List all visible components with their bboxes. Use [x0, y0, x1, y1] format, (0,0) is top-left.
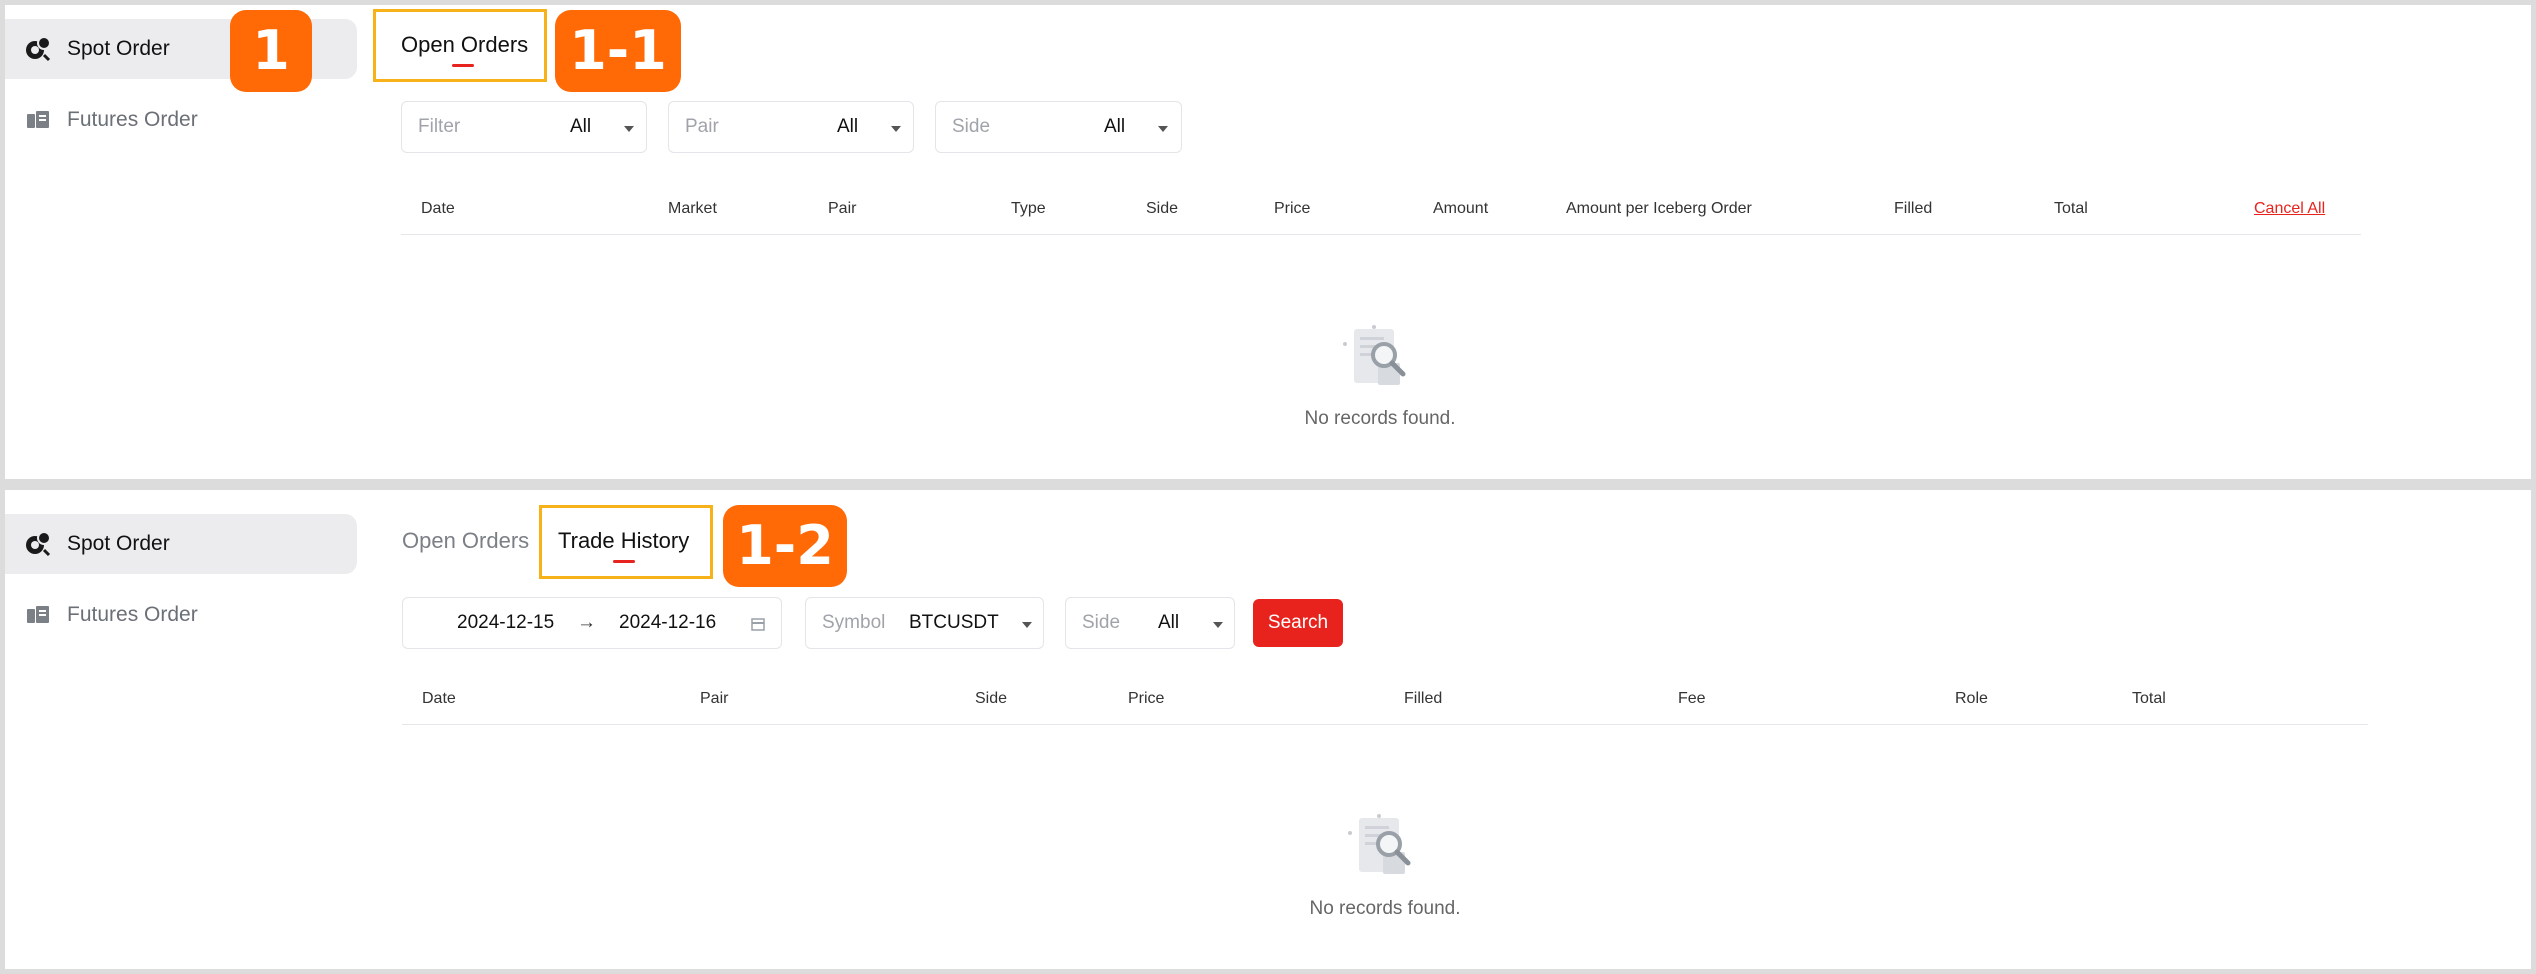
chevron-down-icon: [1022, 622, 1032, 628]
column-filled: Filled: [1404, 690, 1443, 707]
symbol-select[interactable]: Symbol BTCUSDT: [805, 597, 1044, 649]
side-value: All: [1104, 116, 1126, 137]
coins-icon: [23, 34, 53, 64]
side-select[interactable]: Side All: [935, 101, 1182, 153]
sidebar-item-futures-order[interactable]: Futures Order: [5, 90, 357, 150]
sidebar-item-label: Futures Order: [67, 108, 198, 131]
tab-trade-history[interactable]: Trade History: [558, 528, 689, 554]
search-button[interactable]: Search: [1253, 599, 1343, 647]
column-market: Market: [668, 200, 717, 217]
trade-history-panel: Spot Order Futures Order Open Orders Tra…: [5, 490, 2531, 969]
column-filled: Filled: [1894, 200, 1933, 217]
column-price: Price: [1128, 690, 1165, 707]
open-orders-panel: Spot Order Futures Order 1 Open Orders y…: [5, 5, 2531, 479]
column-amount: Amount: [1433, 200, 1489, 217]
no-records-icon: [1343, 325, 1406, 385]
column-fee: Fee: [1678, 690, 1706, 707]
side-value: All: [1158, 612, 1180, 633]
cancel-all-link[interactable]: Cancel All: [2254, 200, 2325, 218]
filter-select[interactable]: Filter All: [401, 101, 647, 153]
column-price: Price: [1274, 200, 1311, 217]
pair-label: Pair: [685, 116, 719, 137]
calendar-icon: [751, 618, 765, 631]
column-side: Side: [1146, 200, 1179, 217]
column-side: Side: [975, 690, 1008, 707]
active-tab-underline: [452, 64, 474, 67]
column-amount-per-iceberg-order: Amount per Iceberg Order: [1566, 200, 1752, 217]
side-select[interactable]: Side All: [1065, 597, 1235, 649]
column-pair: Pair: [828, 200, 857, 217]
chevron-down-icon: [624, 126, 634, 132]
annotation-badge-1: 1: [230, 10, 312, 92]
sidebar-item-label: Spot Order: [67, 532, 170, 555]
column-type: Type: [1011, 200, 1046, 217]
symbol-label: Symbol: [822, 612, 886, 633]
tab-open-orders[interactable]: Open Orders: [401, 32, 528, 58]
date-to: 2024-12-16: [619, 612, 717, 633]
no-records-icon: [1348, 814, 1411, 874]
date-from: 2024-12-15: [457, 612, 555, 633]
trade-history-table-header: Date Pair Side Price Filled Fee Role Tot…: [402, 678, 2368, 725]
tab-open-orders[interactable]: Open Orders: [402, 528, 529, 554]
column-date: Date: [422, 690, 456, 707]
chevron-down-icon: [1213, 622, 1223, 628]
column-total: Total: [2054, 200, 2088, 217]
chevron-down-icon: [1158, 126, 1168, 132]
column-pair: Pair: [700, 690, 729, 707]
side-label: Side: [952, 116, 991, 137]
filter-label: Filter: [418, 116, 461, 137]
arrow-right-icon: →: [577, 612, 596, 633]
column-role: Role: [1955, 690, 1988, 707]
column-total: Total: [2132, 690, 2166, 707]
empty-state-text: No records found.: [1309, 898, 1461, 919]
sidebar-item-futures-order[interactable]: Futures Order: [5, 585, 357, 645]
active-tab-underline: [613, 560, 635, 563]
annotation-badge-1-1: 1-1: [555, 10, 681, 92]
open-orders-table-header: Date Market Pair Type Side Price Amount …: [401, 188, 2361, 235]
sidebar-item-spot-order[interactable]: Spot Order: [5, 514, 357, 574]
sidebar-item-label: Spot Order: [67, 37, 170, 60]
annotation-badge-1-2: 1-2: [723, 505, 847, 587]
chevron-down-icon: [891, 126, 901, 132]
empty-state-text: No records found.: [1304, 408, 1456, 429]
futures-icon: [23, 600, 53, 630]
coins-icon: [23, 529, 53, 559]
column-date: Date: [421, 200, 455, 217]
sidebar-item-label: Futures Order: [67, 603, 198, 626]
pair-select[interactable]: Pair All: [668, 101, 914, 153]
pair-value: All: [837, 116, 859, 137]
symbol-value: BTCUSDT: [909, 612, 999, 633]
filter-value: All: [570, 116, 592, 137]
side-label: Side: [1082, 612, 1121, 633]
date-range-picker[interactable]: 2024-12-15 → 2024-12-16: [402, 597, 782, 649]
futures-icon: [23, 105, 53, 135]
